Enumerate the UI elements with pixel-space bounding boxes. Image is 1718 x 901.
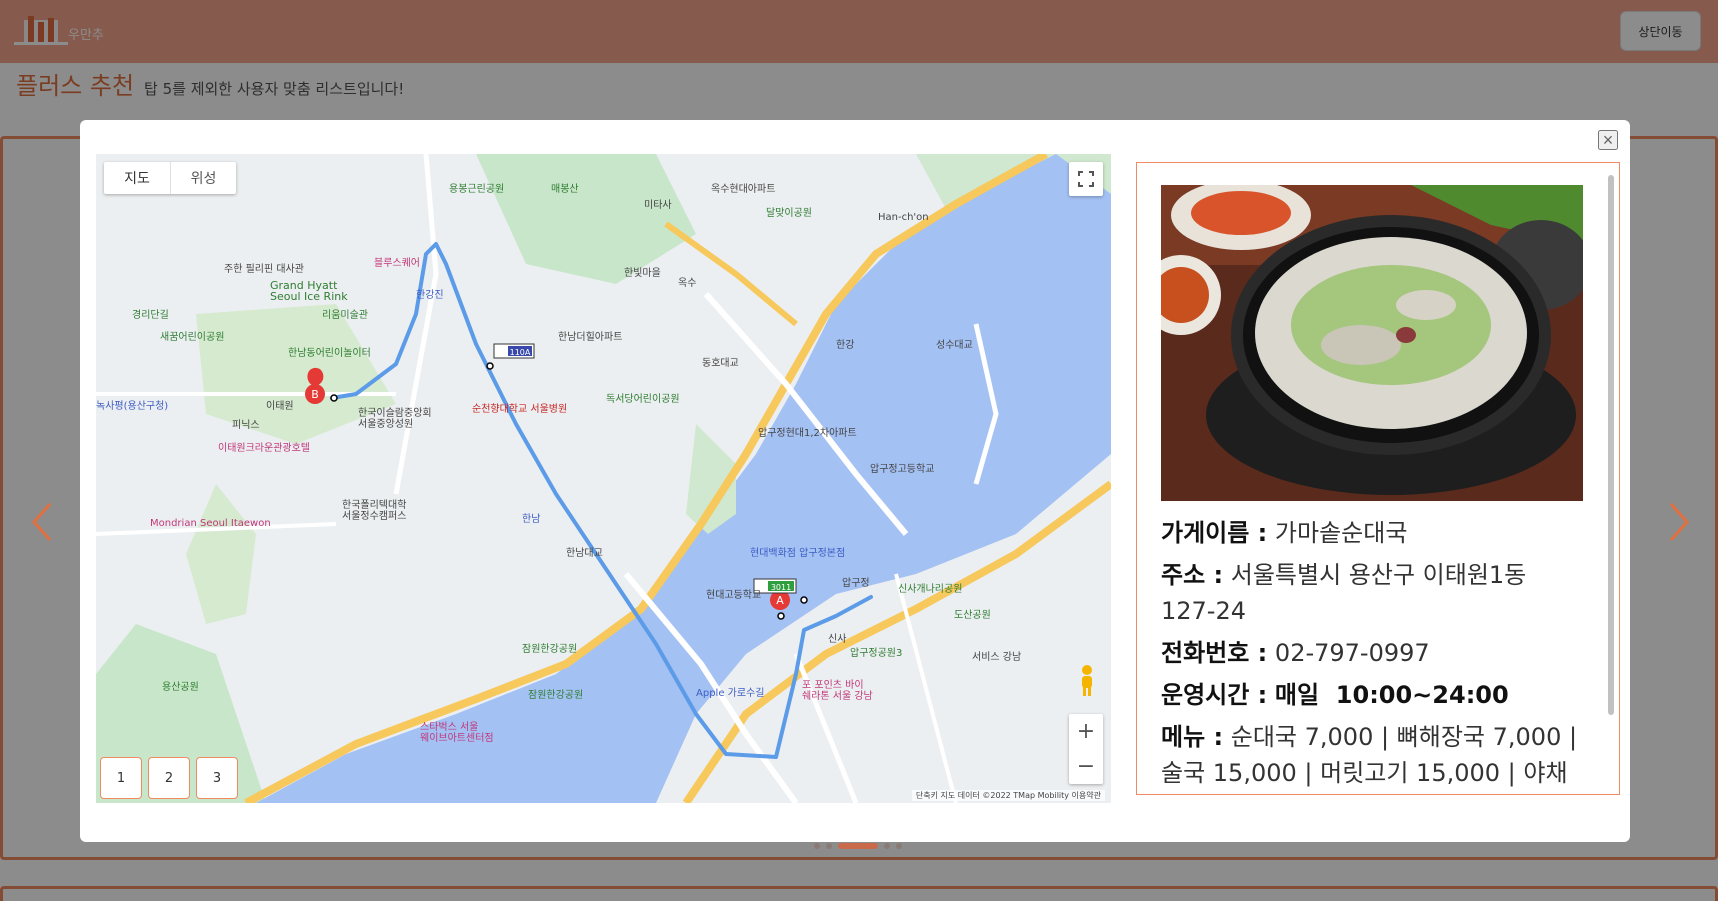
map-label: 경리단길 <box>132 310 169 321</box>
bus-label-110a: 110A <box>510 348 531 357</box>
place-details: 가게이름 : 가마솥순대국 주소 : 서울특별시 용산구 이태원1동 127-2… <box>1161 515 1581 794</box>
carousel-indicator[interactable] <box>838 843 878 849</box>
map-label: 한강 <box>836 340 855 351</box>
phone-value: 02-797-0997 <box>1274 639 1430 667</box>
map-label: 새꿈어린이공원 <box>160 332 225 343</box>
hours-label: 운영시간 : <box>1161 681 1268 709</box>
map-label: 잠원한강공원 <box>528 690 584 701</box>
menu-label: 메뉴 : <box>1161 723 1224 751</box>
map-label: 신사개나리공원 <box>898 584 963 595</box>
zoom-control: + − <box>1069 714 1103 784</box>
map-label: 압구정현대1,2차아파트 <box>758 428 857 439</box>
route-button-3[interactable]: 3 <box>196 757 238 799</box>
map-label: 신사 <box>828 634 847 645</box>
map-label: 옥수 <box>678 278 697 289</box>
map-type-satellite[interactable]: 위성 <box>170 162 236 194</box>
map-label: Apple 가로수길 <box>696 688 765 699</box>
address-row: 주소 : 서울특별시 용산구 이태원1동 127-24 <box>1161 557 1581 629</box>
carousel-indicator[interactable] <box>814 843 820 849</box>
carousel-next-icon[interactable] <box>1663 500 1693 544</box>
food-photo <box>1161 185 1583 501</box>
fullscreen-button[interactable] <box>1069 162 1103 196</box>
map-label: 옥수현대아파트 <box>711 184 776 195</box>
marker-b[interactable]: B <box>311 388 319 401</box>
map-label: 순천향대학교 서울병원 <box>472 404 568 415</box>
route-map[interactable]: B A 110A 3011 용봉근린공원 매봉산 옥수현대아파트 미타사 달맞이… <box>96 154 1111 803</box>
scrollbar-thumb[interactable] <box>1608 175 1614 715</box>
map-type-roadmap[interactable]: 지도 <box>104 162 170 194</box>
carousel-indicator[interactable] <box>884 843 890 849</box>
map-label: 한국폴리텍대학 서울정수캠퍼스 <box>342 500 407 522</box>
route-button-1[interactable]: 1 <box>100 757 142 799</box>
address-label: 주소 : <box>1161 561 1224 589</box>
fullscreen-icon <box>1078 171 1094 187</box>
hours-value: 매일 10:00~24:00 <box>1274 681 1509 709</box>
close-button[interactable]: × <box>1598 130 1618 150</box>
place-modal: × B A 110A 3011 용봉근린공원 매봉산 옥수현대아파트 미타사 달… <box>80 120 1630 842</box>
place-info-panel[interactable]: 가게이름 : 가마솥순대국 주소 : 서울특별시 용산구 이태원1동 127-2… <box>1136 162 1620 795</box>
carousel-indicator[interactable] <box>826 843 832 849</box>
route-button-2[interactable]: 2 <box>148 757 190 799</box>
hours-row: 운영시간 : 매일 10:00~24:00 <box>1161 677 1581 713</box>
store-name-value: 가마솥순대국 <box>1274 519 1408 547</box>
map-label: 스타벅스 서울 웨이브아트센터점 <box>420 722 494 744</box>
map-label: 달맞이공원 <box>766 208 812 219</box>
map-label: Mondrian Seoul Itaewon <box>150 518 271 529</box>
marker-a[interactable]: A <box>776 594 784 607</box>
carousel-prev-icon[interactable] <box>28 500 58 544</box>
map-label: 한빛마을 <box>624 268 661 279</box>
map-label: 압구정고등학교 <box>870 464 935 475</box>
map-label: 블루스퀘어 <box>374 258 420 269</box>
map-type-control: 지도 위성 <box>104 162 236 194</box>
map-label: 성수대교 <box>936 340 973 351</box>
map-label: 이태원크라운관광호텔 <box>218 443 310 454</box>
map-label: 리움미술관 <box>322 310 368 321</box>
carousel-indicators <box>814 843 902 849</box>
store-name-label: 가게이름 : <box>1161 519 1268 547</box>
map-label: 미타사 <box>644 200 672 211</box>
map-label: 주한 필리핀 대사관 <box>224 264 304 275</box>
map-label: 포 포인츠 바이 쉐라톤 서울 강남 <box>802 680 873 702</box>
map-label: 한남대교 <box>566 548 603 559</box>
map-copyright[interactable]: 단축키 지도 데이터 ©2022 TMap Mobility 이용약관 <box>911 790 1105 801</box>
map-label: Han-ch'on <box>878 212 929 223</box>
zoom-in-button[interactable]: + <box>1069 714 1103 749</box>
bus-label-3011: 3011 <box>771 583 791 592</box>
street-view-pegman-icon[interactable] <box>1077 664 1097 698</box>
map-label: 현대고등학교 <box>706 590 762 601</box>
store-name-row: 가게이름 : 가마솥순대국 <box>1161 515 1581 551</box>
map-label: 용산공원 <box>162 682 199 693</box>
map-label: 매봉산 <box>551 184 579 195</box>
map-label: 녹사평(용산구청) <box>96 401 169 412</box>
map-canvas[interactable]: B A 110A 3011 <box>96 154 1111 803</box>
map-label: 한남 <box>522 514 541 525</box>
route-buttons: 1 2 3 <box>100 757 238 799</box>
phone-row: 전화번호 : 02-797-0997 <box>1161 635 1581 671</box>
map-label: Grand Hyatt Seoul Ice Rink <box>270 279 348 303</box>
carousel-indicator[interactable] <box>896 843 902 849</box>
map-label: 잠원한강공원 <box>522 644 578 655</box>
map-label: 서비스 강남 <box>972 652 1022 663</box>
map-label: 현대백화점 압구정본점 <box>750 548 846 559</box>
map-label: 피닉스 <box>232 420 260 431</box>
map-label: 용봉근린공원 <box>449 184 505 195</box>
map-label: 한국이슬람중앙회 서울중앙성원 <box>358 408 432 430</box>
map-label: 압구정공원3 <box>850 648 903 659</box>
zoom-out-button[interactable]: − <box>1069 749 1103 784</box>
map-label: 도산공원 <box>954 610 991 621</box>
phone-label: 전화번호 : <box>1161 639 1268 667</box>
menu-value: 순대국 7,000 | 뼈해장국 7,000 | 술국 15,000 | 머릿고… <box>1161 723 1578 787</box>
menu-row: 메뉴 : 순대국 7,000 | 뼈해장국 7,000 | 술국 15,000 … <box>1161 719 1581 791</box>
map-label: 한남더힐아파트 <box>558 332 623 343</box>
map-label: 한남동어린이놀이터 <box>288 348 371 359</box>
info-scrollbar[interactable] <box>1607 171 1615 789</box>
map-label: 이태원 <box>266 401 294 412</box>
map-label: 한강진 <box>416 290 444 301</box>
map-label: 압구정 <box>842 578 870 589</box>
map-label: 동호대교 <box>702 358 739 369</box>
map-label: 독서당어린이공원 <box>606 394 680 405</box>
